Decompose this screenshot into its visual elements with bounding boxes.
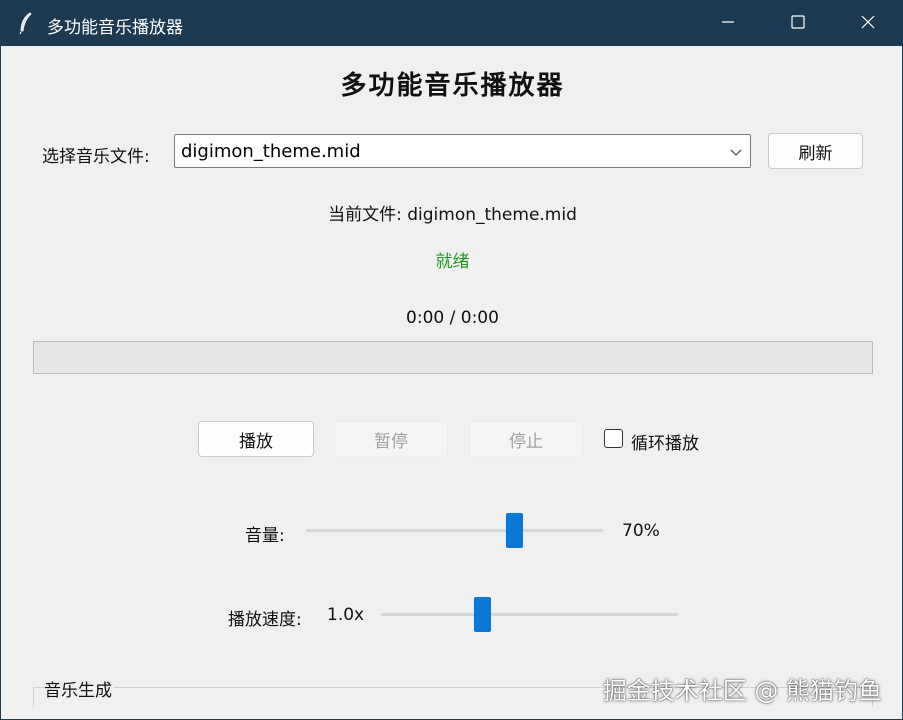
volume-slider-thumb[interactable] [505,513,523,548]
pause-button[interactable]: 暂停 [334,421,448,457]
speed-slider-track[interactable] [381,613,678,616]
file-select-label: 选择音乐文件: [42,147,150,167]
volume-value: 70% [622,521,660,541]
music-generation-label: 音乐生成 [44,676,114,701]
close-button[interactable] [836,1,900,46]
current-file-text: 当前文件: digimon_theme.mid [328,205,577,225]
window-title: 多功能音乐播放器 [47,18,183,38]
volume-label: 音量: [245,526,285,546]
play-button[interactable]: 播放 [198,421,314,457]
stop-button[interactable]: 停止 [469,421,583,457]
minimize-button[interactable] [696,1,760,46]
speed-label: 播放速度: [228,610,302,630]
time-display: 0:00 / 0:00 [406,308,499,328]
title-bar[interactable]: 多功能音乐播放器 [1,1,902,46]
file-select-value: digimon_theme.mid [181,141,361,162]
app-window: 多功能音乐播放器 多功能音乐播放器 选择音乐文件: digimon_theme.… [0,0,903,720]
maximize-icon [790,14,806,34]
maximize-button[interactable] [766,1,830,46]
close-icon [860,14,876,34]
loop-label[interactable]: 循环播放 [631,429,699,454]
watermark: 掘金技术社区 @ 熊猫钓鱼 [602,677,882,705]
loop-checkbox[interactable] [604,429,623,448]
feather-icon [17,11,35,35]
speed-value: 1.0x [327,605,365,625]
page-title: 多功能音乐播放器 [340,71,565,101]
playback-progress-bar[interactable] [33,341,873,374]
refresh-button[interactable]: 刷新 [768,133,863,169]
music-file-select[interactable]: digimon_theme.mid [174,134,751,168]
minimize-icon [720,14,736,34]
speed-slider-thumb[interactable] [473,597,491,632]
volume-slider-track[interactable] [306,529,603,532]
status-text: 就绪 [435,252,470,272]
chevron-down-icon[interactable] [728,144,744,160]
